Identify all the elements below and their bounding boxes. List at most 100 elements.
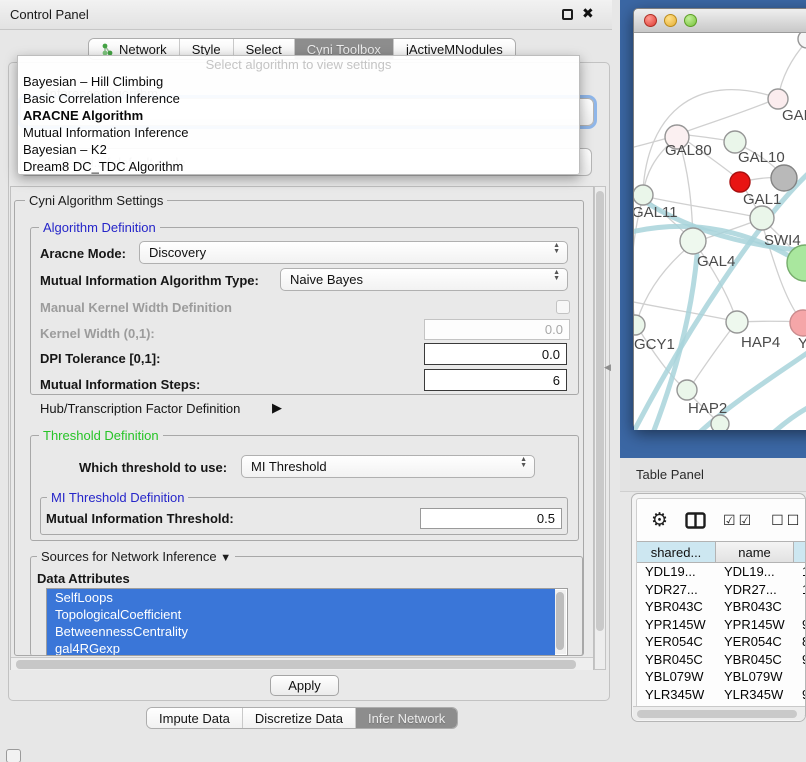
column-header[interactable]: [794, 541, 806, 563]
network-node[interactable]: [634, 315, 645, 335]
table-cell: 13: [794, 563, 806, 581]
zoom-window-icon[interactable]: [684, 14, 697, 27]
mi-steps-label: Mutual Information Steps:: [40, 377, 200, 392]
table-cell: YDR27...: [637, 581, 716, 599]
data-attributes-list[interactable]: SelfLoopsTopologicalCoefficientBetweenne…: [46, 588, 568, 656]
network-node[interactable]: [798, 33, 806, 48]
sources-collapse-icon: ▼: [220, 552, 231, 564]
application-window: Control Panel ✖ NetworkStyleSelectCyni T…: [0, 0, 806, 762]
network-window-titlebar[interactable]: [634, 9, 806, 33]
column-header[interactable]: name: [716, 541, 794, 563]
manual-kernel-label: Manual Kernel Width Definition: [40, 300, 232, 315]
float-panel-icon[interactable]: [562, 9, 573, 20]
algorithm-option[interactable]: Bayesian – K2: [18, 141, 579, 158]
settings-vertical-scrollbar[interactable]: [594, 186, 606, 670]
algorithm-option[interactable]: Basic Correlation Inference: [18, 90, 579, 107]
table-row[interactable]: YBL079WYBL079W: [637, 668, 806, 686]
node-label: GAL4: [697, 253, 735, 270]
table-panel-card: ⚙ ☑☑ ☐☐ shared...name YDL19...YDL19...13…: [631, 493, 806, 722]
split-columns-icon[interactable]: [685, 512, 706, 529]
network-node[interactable]: [711, 415, 729, 430]
table-row[interactable]: YBR043CYBR043C: [637, 598, 806, 616]
network-node[interactable]: [768, 89, 788, 109]
column-header[interactable]: shared...: [637, 541, 716, 563]
node-label: HAP4: [741, 334, 780, 351]
algorithm-definition-title: Algorithm Definition: [39, 220, 160, 235]
which-threshold-label: Which threshold to use:: [79, 460, 227, 475]
table-panel-titlebar: Table Panel: [620, 458, 806, 492]
table-cell: [794, 598, 806, 616]
algorithm-option[interactable]: Bayesian – Hill Climbing: [18, 73, 579, 90]
docked-panel-icon[interactable]: [6, 749, 21, 762]
attribute-item[interactable]: BetweennessCentrality: [47, 623, 555, 640]
network-node[interactable]: [790, 310, 806, 336]
which-threshold-combobox[interactable]: MI Threshold ▲▼: [241, 455, 535, 478]
network-graph[interactable]: GALGAL80GAL10GAL1GAL11SWI4GAL4GCY1HAP4YH…: [634, 33, 806, 430]
close-panel-icon[interactable]: ✖: [582, 5, 594, 22]
network-node[interactable]: [730, 172, 750, 192]
algorithm-option[interactable]: Dream8 DC_TDC Algorithm: [18, 158, 579, 175]
attributes-scrollbar[interactable]: [555, 590, 566, 654]
table-row[interactable]: YPR145WYPR145W9.: [637, 616, 806, 634]
aracne-mode-value: Discovery: [149, 245, 206, 260]
table-cell: YBR045C: [716, 651, 794, 669]
attribute-item[interactable]: SelfLoops: [47, 589, 555, 606]
hub-expand-icon[interactable]: ▶: [272, 400, 282, 416]
network-node[interactable]: [634, 185, 653, 205]
network-canvas[interactable]: GALGAL80GAL10GAL1GAL11SWI4GAL4GCY1HAP4YH…: [634, 33, 806, 430]
algorithm-option[interactable]: ARACNE Algorithm: [18, 107, 579, 124]
minimize-window-icon[interactable]: [664, 14, 677, 27]
table-cell: 12: [794, 581, 806, 599]
gear-icon[interactable]: ⚙: [651, 509, 668, 532]
aracne-mode-combobox[interactable]: Discovery ▲▼: [139, 241, 568, 264]
table-row[interactable]: YBR045CYBR045C9.: [637, 651, 806, 669]
table-cell: YDL19...: [716, 563, 794, 581]
attribute-item[interactable]: TopologicalCoefficient: [47, 606, 555, 623]
table-row[interactable]: YDR27...YDR27...12: [637, 581, 806, 599]
network-node[interactable]: [726, 311, 748, 333]
table-cell: YBL079W: [637, 668, 716, 686]
mi-threshold-field[interactable]: 0.5: [420, 508, 562, 529]
control-panel-titlebar: Control Panel: [0, 0, 612, 30]
network-node[interactable]: [771, 165, 797, 191]
network-node[interactable]: [677, 380, 697, 400]
network-edge: [689, 323, 736, 389]
mi-steps-field[interactable]: 6: [424, 369, 567, 391]
network-view-window[interactable]: GALGAL80GAL10GAL1GAL11SWI4GAL4GCY1HAP4YH…: [633, 8, 806, 429]
manual-kernel-checkbox[interactable]: [556, 300, 570, 314]
node-label: Y: [798, 335, 806, 352]
which-threshold-value: MI Threshold: [251, 459, 327, 474]
desktop-background: GALGAL80GAL10GAL1GAL11SWI4GAL4GCY1HAP4YH…: [620, 0, 806, 458]
node-table: shared...name YDL19...YDL19...13YDR27...…: [637, 541, 806, 721]
table-row[interactable]: YER054CYER054C8.: [637, 633, 806, 651]
network-node[interactable]: [680, 228, 706, 254]
stepper-icon: ▲▼: [553, 243, 560, 255]
network-node[interactable]: [750, 206, 774, 230]
close-window-icon[interactable]: [644, 14, 657, 27]
sources-title[interactable]: Sources for Network Inference ▼: [37, 549, 235, 564]
apply-button[interactable]: Apply: [270, 675, 339, 696]
splitter-collapse-icon[interactable]: ◀: [604, 362, 611, 373]
table-horizontal-scrollbar[interactable]: [633, 706, 805, 720]
dpi-tolerance-field[interactable]: 0.0: [424, 343, 567, 365]
kernel-width-field[interactable]: 0.0: [424, 319, 570, 340]
table-row[interactable]: YLR345WYLR345W9.: [637, 686, 806, 704]
select-all-columns-icon[interactable]: ☑☑: [723, 512, 754, 529]
threshold-definition-title: Threshold Definition: [39, 428, 163, 443]
hub-section-label[interactable]: Hub/Transcription Factor Definition: [40, 401, 240, 416]
attribute-item[interactable]: gal4RGexp: [47, 640, 555, 656]
mi-threshold-title: MI Threshold Definition: [47, 490, 188, 505]
node-label: GAL10: [738, 149, 785, 166]
node-label: GAL1: [743, 191, 781, 208]
node-label: GCY1: [634, 336, 675, 353]
tab-infer-network[interactable]: Infer Network: [355, 708, 457, 728]
data-attributes-label: Data Attributes: [37, 571, 130, 586]
tab-impute-data[interactable]: Impute Data: [147, 708, 242, 728]
table-row[interactable]: YDL19...YDL19...13: [637, 563, 806, 581]
mi-type-combobox[interactable]: Naive Bayes ▲▼: [280, 268, 568, 291]
node-label: GAL80: [665, 142, 712, 159]
settings-horizontal-scrollbar[interactable]: [11, 657, 593, 670]
algorithm-option[interactable]: Mutual Information Inference: [18, 124, 579, 141]
tab-discretize-data[interactable]: Discretize Data: [242, 708, 355, 728]
deselect-all-columns-icon[interactable]: ☐☐: [771, 512, 802, 529]
